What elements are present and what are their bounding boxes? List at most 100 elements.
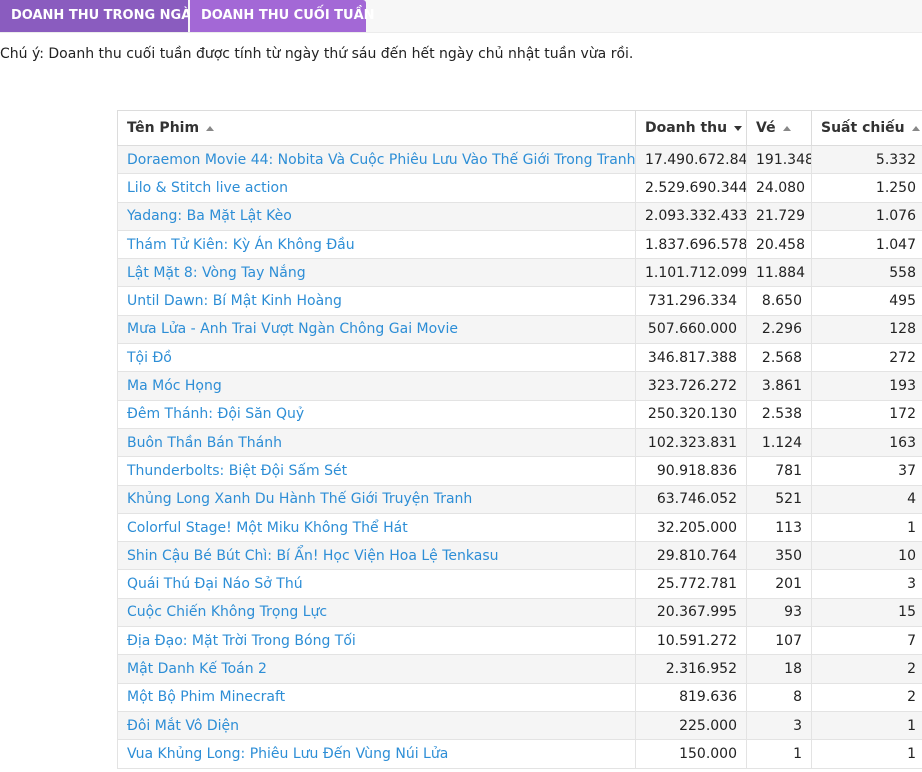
- tickets-cell: 521: [746, 484, 812, 514]
- tickets-cell-text: 191.348: [756, 151, 812, 168]
- shows-cell: 1.250: [811, 173, 922, 203]
- table-row: Shin Cậu Bé Bút Chì: Bí Ẩn! Học Viện Hoa…: [117, 541, 922, 571]
- shows-cell-text: 558: [889, 264, 916, 281]
- movie-title-link-text[interactable]: Shin Cậu Bé Bút Chì: Bí Ẩn! Học Viện Hoa…: [127, 548, 499, 564]
- movie-title-link[interactable]: Thám Tử Kiên: Kỳ Án Không Đầu: [117, 229, 636, 260]
- shows-cell: 7: [811, 626, 922, 656]
- movie-title-link[interactable]: Khủng Long Xanh Du Hành Thế Giới Truyện …: [117, 484, 636, 514]
- shows-cell: 1: [811, 739, 922, 769]
- movie-title-link-text[interactable]: Tội Đồ: [127, 350, 172, 366]
- table-row: Đêm Thánh: Đội Săn Quỷ 250.320.130 2.538 17…: [117, 399, 922, 429]
- shows-cell-text: 15: [898, 604, 916, 621]
- movie-title-link-text[interactable]: Một Bộ Phim Minecraft: [127, 689, 285, 705]
- movie-title-link-text[interactable]: Địa Đạo: Mặt Trời Trong Bóng Tối: [127, 633, 356, 649]
- shows-cell-text: 7: [907, 632, 916, 649]
- movie-title-link-text[interactable]: Đêm Thánh: Đội Săn Quỷ: [127, 406, 304, 422]
- header-title[interactable]: Tên Phim: [117, 110, 636, 146]
- revenue-cell-text: 20.367.995: [656, 604, 737, 621]
- revenue-cell: 90.918.836: [635, 456, 747, 486]
- header-tickets[interactable]: Vé: [746, 110, 812, 146]
- revenue-cell: 2.316.952: [635, 654, 747, 684]
- movie-title-link[interactable]: Vua Khủng Long: Phiêu Lưu Đến Vùng Núi L…: [117, 739, 636, 769]
- revenue-cell: 150.000: [635, 739, 747, 769]
- movie-title-link-text[interactable]: Until Dawn: Bí Mật Kinh Hoàng: [127, 293, 342, 309]
- movie-title-link-text[interactable]: Cuộc Chiến Không Trọng Lực: [127, 604, 327, 620]
- movie-title-link[interactable]: Địa Đạo: Mặt Trời Trong Bóng Tối: [117, 626, 636, 656]
- box-office-table-container: Tên Phim Doanh thu Vé Suất chiếu Doraemo…: [117, 110, 922, 769]
- revenue-cell: 20.367.995: [635, 597, 747, 628]
- movie-title-link-text[interactable]: Khủng Long Xanh Du Hành Thế Giới Truyện …: [127, 491, 472, 507]
- movie-title-link[interactable]: Thunderbolts: Biệt Đội Sấm Sét: [117, 456, 636, 486]
- tickets-cell-text: 24.080: [756, 179, 805, 196]
- tickets-cell-text: 521: [775, 491, 802, 508]
- revenue-cell: 225.000: [635, 710, 747, 741]
- tickets-cell: 113: [746, 512, 812, 543]
- movie-title-link-text[interactable]: Ma Móc Họng: [127, 378, 222, 394]
- movie-title-link[interactable]: Until Dawn: Bí Mật Kinh Hoàng: [117, 286, 636, 316]
- tickets-cell: 11.884: [746, 258, 812, 288]
- movie-title-link-text[interactable]: Mưa Lửa - Anh Trai Vượt Ngàn Chông Gai M…: [127, 321, 458, 337]
- tickets-cell-text: 1: [793, 745, 802, 762]
- movie-title-link[interactable]: Tội Đồ: [117, 343, 636, 373]
- shows-cell: 2: [811, 682, 922, 712]
- tickets-cell: 8: [746, 682, 812, 712]
- shows-cell: 1: [811, 710, 922, 741]
- table-row: Thám Tử Kiên: Kỳ Án Không Đầu 1.837.696.5…: [117, 229, 922, 260]
- movie-title-link-text[interactable]: Doraemon Movie 44: Nobita Và Cuộc Phiêu …: [127, 152, 635, 168]
- header-revenue[interactable]: Doanh thu: [635, 110, 747, 146]
- tickets-cell-text: 20.458: [756, 236, 805, 253]
- movie-title-link[interactable]: Buôn Thần Bán Thánh: [117, 427, 636, 458]
- shows-cell-text: 272: [889, 349, 916, 366]
- revenue-cell-text: 90.918.836: [656, 462, 737, 479]
- movie-title-link[interactable]: Mật Danh Kế Toán 2: [117, 654, 636, 684]
- table-row: Khủng Long Xanh Du Hành Thế Giới Truyện …: [117, 484, 922, 514]
- tab-daily-revenue[interactable]: DOANH THU TRONG NGÀY: [0, 0, 199, 32]
- movie-title-link-text[interactable]: Lilo & Stitch live action: [127, 180, 288, 196]
- shows-cell: 193: [811, 371, 922, 401]
- shows-cell: 4: [811, 484, 922, 514]
- shows-cell-text: 1.076: [875, 208, 916, 225]
- tab-weekend-revenue[interactable]: DOANH THU CUỐI TUẦN: [190, 0, 375, 32]
- movie-title-link-text[interactable]: Đôi Mắt Vô Diện: [127, 718, 239, 734]
- movie-title-link-text[interactable]: Vua Khủng Long: Phiêu Lưu Đến Vùng Núi L…: [127, 746, 448, 762]
- revenue-cell-text: 2.093.332.433: [645, 208, 747, 225]
- shows-cell-text: 1: [907, 519, 916, 536]
- movie-title-link-text[interactable]: Thunderbolts: Biệt Đội Sấm Sét: [127, 463, 347, 479]
- table-row: Colorful Stage! Một Miku Không Thể Hát 32…: [117, 512, 922, 543]
- shows-cell-text: 2: [907, 689, 916, 706]
- movie-title-link[interactable]: Đêm Thánh: Đội Săn Quỷ: [117, 399, 636, 429]
- movie-title-link[interactable]: Lật Mặt 8: Vòng Tay Nắng: [117, 258, 636, 288]
- movie-title-link[interactable]: Mưa Lửa - Anh Trai Vượt Ngàn Chông Gai M…: [117, 314, 636, 345]
- movie-title-link[interactable]: Colorful Stage! Một Miku Không Thể Hát: [117, 512, 636, 543]
- movie-title-link-text[interactable]: Lật Mặt 8: Vòng Tay Nắng: [127, 265, 306, 281]
- movie-title-link-text[interactable]: Mật Danh Kế Toán 2: [127, 661, 267, 677]
- shows-cell: 15: [811, 597, 922, 628]
- table-row: Đôi Mắt Vô Diện 225.000 3 1: [117, 710, 922, 741]
- shows-cell-text: 1: [907, 717, 916, 734]
- movie-title-link-text[interactable]: Yadang: Ba Mặt Lật Kèo: [127, 208, 292, 224]
- tickets-cell: 8.650: [746, 286, 812, 316]
- tickets-cell-text: 2.568: [761, 349, 802, 366]
- table-row: Thunderbolts: Biệt Đội Sấm Sét 90.918.836…: [117, 456, 922, 486]
- shows-cell-text: 1.047: [875, 236, 916, 253]
- shows-cell: 2: [811, 654, 922, 684]
- movie-title-link-text[interactable]: Buôn Thần Bán Thánh: [127, 435, 282, 451]
- movie-title-link[interactable]: Một Bộ Phim Minecraft: [117, 682, 636, 712]
- revenue-cell: 250.320.130: [635, 399, 747, 429]
- movie-title-link[interactable]: Shin Cậu Bé Bút Chì: Bí Ẩn! Học Viện Hoa…: [117, 541, 636, 571]
- movie-title-link[interactable]: Ma Móc Họng: [117, 371, 636, 401]
- movie-title-link[interactable]: Quái Thú Đại Náo Sở Thú: [117, 569, 636, 599]
- movie-title-link-text[interactable]: Thám Tử Kiên: Kỳ Án Không Đầu: [127, 237, 355, 253]
- movie-title-link-text[interactable]: Colorful Stage! Một Miku Không Thể Hát: [127, 520, 408, 536]
- header-shows[interactable]: Suất chiếu: [811, 110, 922, 146]
- movie-title-link[interactable]: Lilo & Stitch live action: [117, 173, 636, 203]
- table-row: Vua Khủng Long: Phiêu Lưu Đến Vùng Núi L…: [117, 739, 922, 769]
- movie-title-link[interactable]: Doraemon Movie 44: Nobita Và Cuộc Phiêu …: [117, 144, 636, 175]
- movie-title-link[interactable]: Đôi Mắt Vô Diện: [117, 710, 636, 741]
- movie-title-link-text[interactable]: Quái Thú Đại Náo Sở Thú: [127, 576, 303, 592]
- movie-title-link[interactable]: Cuộc Chiến Không Trọng Lực: [117, 597, 636, 628]
- movie-title-link[interactable]: Yadang: Ba Mặt Lật Kèo: [117, 201, 636, 231]
- tickets-cell-text: 201: [775, 576, 802, 593]
- shows-cell: 10: [811, 541, 922, 571]
- revenue-cell: 1.101.712.099: [635, 258, 747, 288]
